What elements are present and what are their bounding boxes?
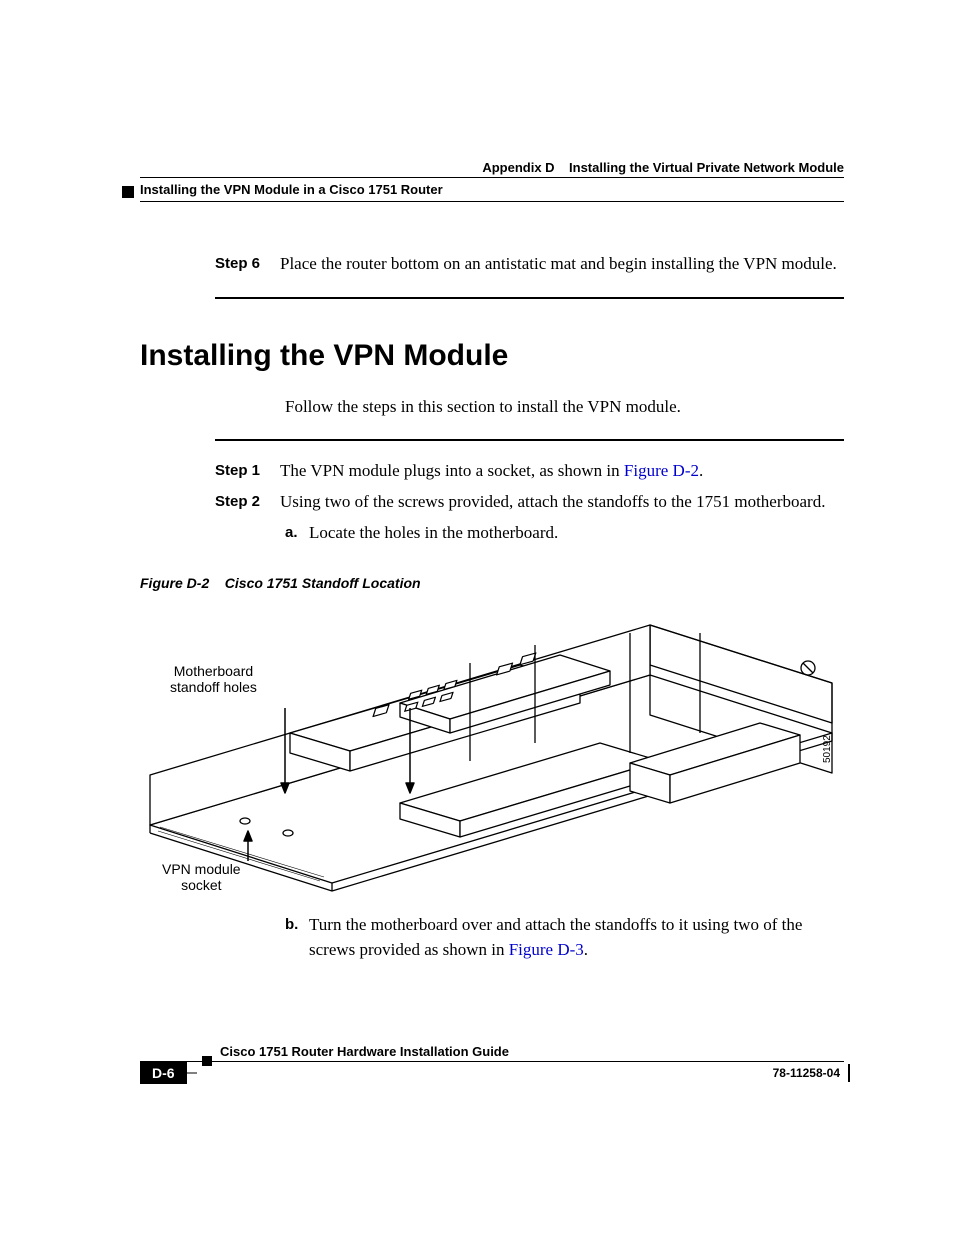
- substep-a-label: a.: [285, 521, 309, 546]
- substep-b-post: .: [584, 940, 588, 959]
- figure-d2-link[interactable]: Figure D-2: [624, 461, 699, 480]
- footer-doc-title: Cisco 1751 Router Hardware Installation …: [140, 1044, 844, 1062]
- section-heading: Installing the VPN Module: [140, 339, 844, 373]
- substep-a-text: Locate the holes in the motherboard.: [309, 521, 844, 546]
- step-6-label: Step 6: [215, 252, 280, 277]
- step-1-text: The VPN module plugs into a socket, as s…: [280, 459, 844, 484]
- header-section-title: Installing the VPN Module in a Cisco 175…: [140, 182, 844, 202]
- document-number: 78-11258-04: [773, 1066, 844, 1080]
- figure-d2-caption: Figure D-2 Cisco 1751 Standoff Location: [140, 575, 844, 591]
- step-6-text: Place the router bottom on an antistatic…: [280, 252, 844, 277]
- step-1-post: .: [699, 461, 703, 480]
- figure-id: 50192: [822, 735, 833, 763]
- substep-b-label: b.: [285, 913, 309, 962]
- divider-rule: [215, 297, 844, 299]
- substep-b-text: Turn the motherboard over and attach the…: [309, 913, 844, 962]
- step-2-label: Step 2: [215, 490, 280, 515]
- step-1-pre: The VPN module plugs into a socket, as s…: [280, 461, 624, 480]
- step-1-label: Step 1: [215, 459, 280, 484]
- callout-standoff-holes: Motherboardstandoff holes: [170, 663, 257, 695]
- section-intro: Follow the steps in this section to inst…: [285, 395, 844, 420]
- page-number: D-6: [140, 1062, 187, 1084]
- step-2-text: Using two of the screws provided, attach…: [280, 490, 844, 515]
- callout-vpn-socket: VPN modulesocket: [162, 861, 241, 893]
- header-appendix-title: Appendix D Installing the Virtual Privat…: [140, 160, 844, 175]
- figure-d3-link[interactable]: Figure D-3: [509, 940, 584, 959]
- figure-d2-image: Motherboardstandoff holes VPN modulesock…: [140, 603, 840, 893]
- divider-rule: [215, 439, 844, 441]
